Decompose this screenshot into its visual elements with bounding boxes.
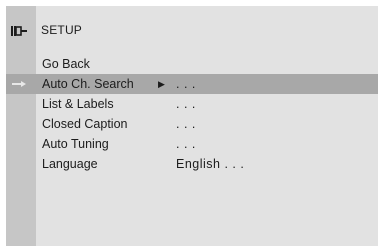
setup-menu-screen: SETUP Go Back Auto Ch. Search ▶ . . . Li… <box>6 6 378 246</box>
menu-item-auto-ch-search[interactable]: Auto Ch. Search ▶ . . . <box>6 74 378 94</box>
setup-menu-list: Go Back Auto Ch. Search ▶ . . . List & L… <box>6 54 378 174</box>
submenu-arrow-icon: ▶ <box>158 79 165 89</box>
menu-item-closed-caption[interactable]: Closed Caption . . . <box>6 114 378 134</box>
menu-item-value: . . . <box>176 77 196 91</box>
menu-item-label: Language <box>42 157 98 171</box>
selection-pointer-icon <box>12 81 26 87</box>
setup-plug-icon <box>11 26 27 36</box>
menu-item-label: Auto Ch. Search <box>42 77 134 91</box>
menu-title: SETUP <box>41 23 83 37</box>
menu-item-label: List & Labels <box>42 97 114 111</box>
menu-item-label: Closed Caption <box>42 117 128 131</box>
menu-item-value: English . . . <box>176 157 245 171</box>
menu-item-label: Go Back <box>42 57 90 71</box>
menu-item-list-labels[interactable]: List & Labels . . . <box>6 94 378 114</box>
menu-item-value: . . . <box>176 117 196 131</box>
menu-item-auto-tuning[interactable]: Auto Tuning . . . <box>6 134 378 154</box>
menu-item-value: . . . <box>176 137 196 151</box>
menu-item-value: . . . <box>176 97 196 111</box>
menu-header: SETUP <box>6 20 378 40</box>
menu-item-go-back[interactable]: Go Back <box>6 54 378 74</box>
menu-item-language[interactable]: Language English . . . <box>6 154 378 174</box>
menu-item-label: Auto Tuning <box>42 137 109 151</box>
